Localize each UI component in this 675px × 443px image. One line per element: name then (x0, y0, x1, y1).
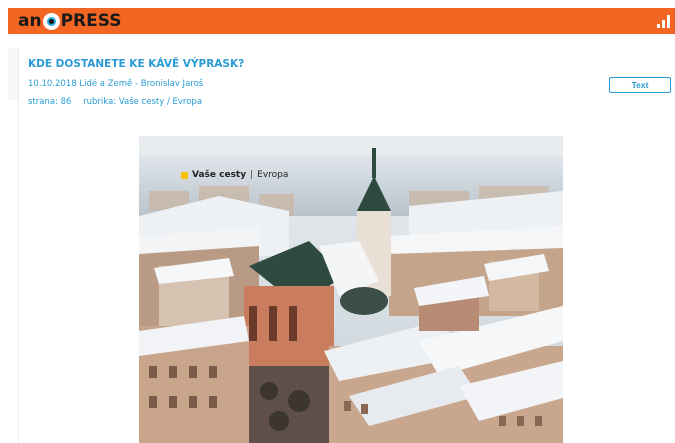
article-title[interactable]: KDE DOSTANETE KE KÁVĚ VÝPRASK? (28, 58, 244, 70)
article-section: rubrika: Vaše cesty / Evropa (83, 97, 203, 107)
article-location: strana: 86 rubrika: Vaše cesty / Evropa (28, 97, 202, 107)
article-meta: 10.10.2018 Lidé a Země - Bronislav Jaroš (28, 79, 204, 89)
caption-strong: Vaše cesty (192, 170, 247, 180)
text-button[interactable]: Text (609, 77, 671, 93)
caption-separator: | (250, 170, 254, 180)
logo-eye-icon (42, 12, 60, 30)
caption-rest: Evropa (257, 170, 289, 180)
anopress-logo[interactable]: an PRESS (18, 10, 121, 32)
logo-text-an: an (18, 11, 42, 31)
logo-text-press: PRESS (60, 11, 122, 31)
article-page: strana: 86 (28, 97, 72, 107)
article-photo: Vaše cesty | Evropa (139, 136, 563, 443)
header-bar: an PRESS (8, 8, 675, 34)
photo-caption: Vaše cesty | Evropa (181, 170, 288, 180)
city-aerial-photo (139, 136, 563, 443)
caption-marker-icon (181, 171, 188, 179)
signal-bars-icon[interactable] (657, 15, 671, 28)
